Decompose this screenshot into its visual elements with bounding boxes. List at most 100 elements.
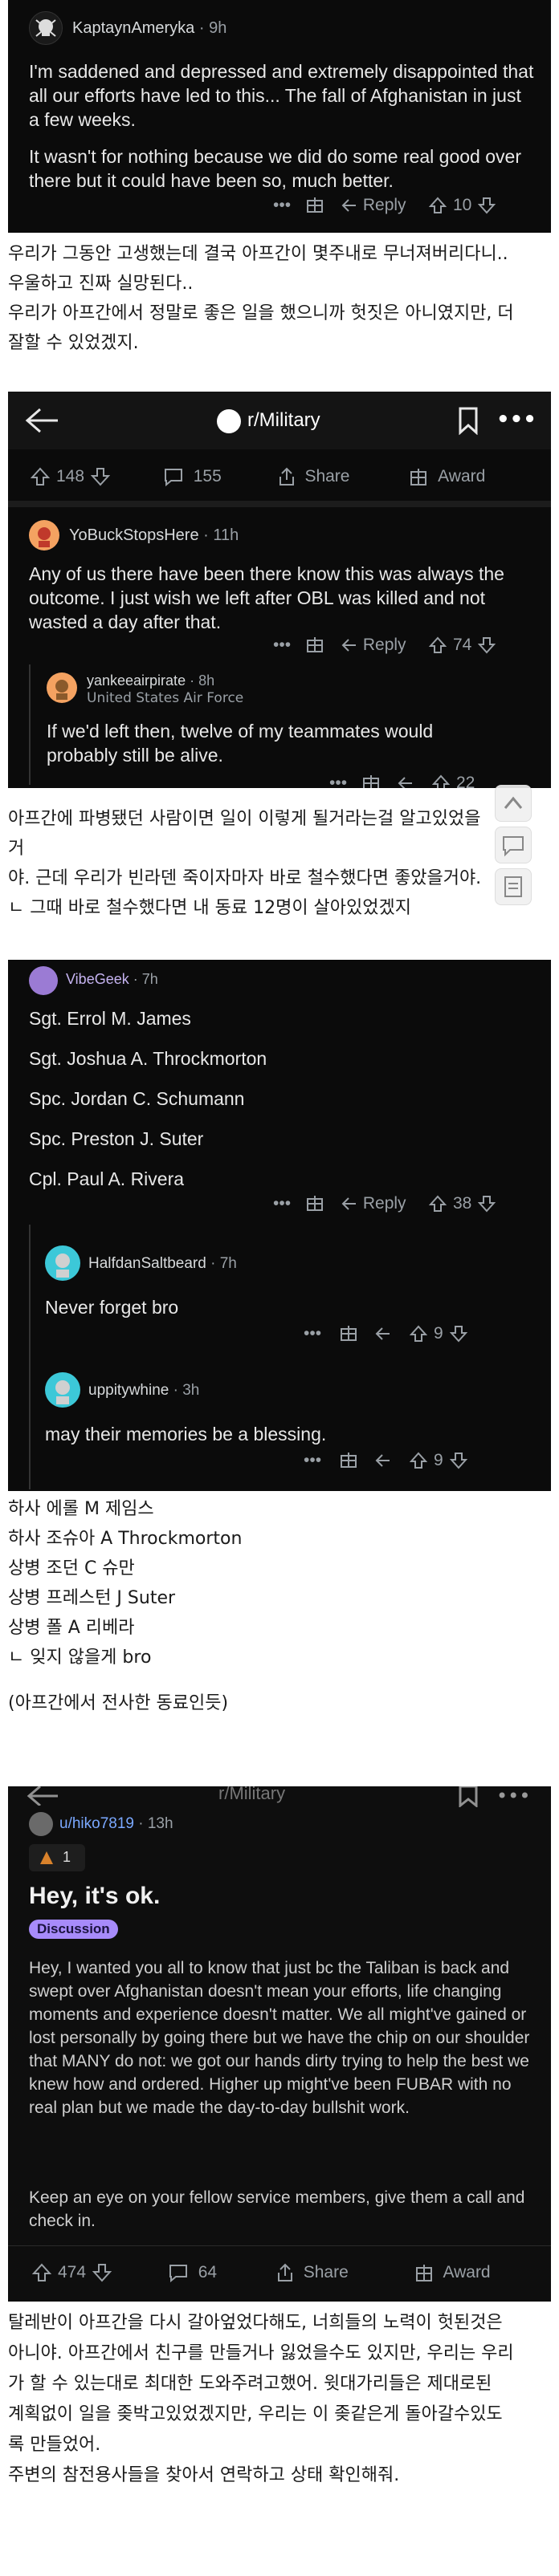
user-avatar[interactable] [29,966,58,995]
award-button[interactable]: Award [414,2263,491,2282]
vote-count: 9 [434,1324,443,1343]
subreddit-name[interactable]: r/Military [218,1786,285,1804]
translation-block-4: 탈레반이 아프간을 다시 갈아엎었다해도, 너희들의 노력이 헛된것은 아니야.… [8,2308,551,2491]
bookmark-icon[interactable] [458,406,479,435]
post-upvote-icon[interactable] [32,2263,51,2282]
reply-icon[interactable] [374,1453,410,1469]
comment-username[interactable]: uppitywhine [88,1382,169,1399]
downvote-icon[interactable] [478,1195,496,1213]
post-body-para2: Keep an eye on your fellow service membe… [29,2188,525,2230]
award-icon[interactable] [305,196,341,215]
skull-icon [35,19,56,37]
more-icon[interactable]: ••• [304,1451,339,1470]
translation-line: 우리가 그동안 고생했는데 결국 아프간이 몇주내로 무너져버리다니.. [8,244,508,264]
reply-button[interactable]: Reply [341,1194,429,1213]
scroll-top-button[interactable] [495,785,532,822]
user-avatar[interactable] [29,520,59,551]
translation-line: ㄴ 잊지 않을게 bro [8,1648,152,1668]
comment-shortcut-button[interactable] [495,827,532,863]
comment-username[interactable]: HalfdanSaltbeard [88,1255,206,1272]
post-age: 13h [147,1815,173,1832]
award-icon [40,1851,53,1864]
post-title: Hey, it's ok. [29,1883,161,1909]
fallen-name: Spc. Preston J. Suter [29,1128,204,1149]
list-shortcut-button[interactable] [495,868,532,905]
reply-button[interactable]: Reply [341,196,429,215]
fallen-name: Cpl. Paul A. Rivera [29,1168,185,1189]
user-avatar[interactable] [29,1812,53,1836]
upvote-icon[interactable] [429,197,447,214]
comment-username[interactable]: KaptaynAmeryka [72,19,194,37]
user-avatar[interactable] [47,672,77,703]
translation-block-3: 하사 에롤 M 제임스 하사 조슈아 A Throckmorton 상병 조던 … [8,1494,551,1718]
share-icon [278,2263,293,2281]
comment-username[interactable]: VibeGeek [66,971,129,987]
downvote-icon[interactable] [449,1452,467,1469]
user-flair: United States Air Force [87,690,244,706]
downvote-icon[interactable] [478,636,496,654]
post-award-badge: 1 [29,1844,85,1871]
translation-line: 잘할 수 있었겠지. [8,333,139,353]
translation-line: 우리가 아프간에서 정말로 좋은 일을 했으니까 헛짓은 아니였지만, 더 [8,303,514,323]
upvote-icon[interactable] [429,636,447,654]
share-button[interactable]: Share [276,2263,349,2282]
more-icon[interactable]: ••• [273,636,305,655]
comments-button[interactable]: 155 [163,467,222,486]
reply-icon[interactable] [374,1326,410,1342]
vote-count: 10 [453,196,472,214]
translation-line: ㄴ 그때 바로 철수했다면 내 동료 12명이 살아있었겠지 [8,898,411,918]
comment-username[interactable]: YoBuckStopsHere [69,526,199,544]
comment-body-para1: I'm saddened and depressed and extremely… [29,61,534,130]
user-avatar[interactable] [45,1245,80,1281]
upvote-icon[interactable] [429,1195,447,1213]
share-button[interactable]: Share [278,467,349,486]
post-upvote-icon[interactable] [31,467,50,486]
post-vote-count: 148 [56,467,85,486]
post-downvote-icon[interactable] [91,467,111,486]
award-icon[interactable] [339,1451,374,1470]
comments-button[interactable]: 64 [168,2263,217,2282]
downvote-icon[interactable] [478,197,496,214]
comment-age: 7h [141,971,158,987]
award-icon[interactable] [361,774,397,788]
translation-line: 하사 조슈아 A Throckmorton [8,1529,243,1549]
post-author[interactable]: u/hiko7819 [59,1815,134,1832]
post-flair[interactable]: Discussion [29,1920,118,1939]
more-icon[interactable]: ••• [273,196,305,215]
bookmark-icon[interactable] [458,1786,479,1807]
reply-icon[interactable] [397,775,432,788]
comment-age: 9h [209,19,227,37]
comment-username[interactable]: yankeeairpirate [87,672,186,689]
reply-button[interactable]: Reply [341,636,429,655]
upvote-icon[interactable] [410,1452,427,1469]
list-icon [504,876,522,897]
comment-icon [165,469,183,486]
post-downvote-icon[interactable] [92,2263,112,2282]
upvote-icon[interactable] [410,1325,427,1343]
screenshot-comment-kaptayn: KaptaynAmeryka · 9h I'm saddened and dep… [8,0,551,233]
post-body-para1: Hey, I wanted you all to know that just … [29,1959,530,2117]
user-avatar[interactable] [29,11,63,45]
more-options-icon[interactable]: ••• [496,1786,530,1807]
award-icon[interactable] [305,1194,341,1213]
screenshot-post-hey-its-ok: r/Military ••• u/hiko7819 · 13h 1 Hey, i… [8,1786,551,2302]
downvote-icon[interactable] [449,1325,467,1343]
subreddit-icon[interactable] [217,409,241,433]
user-avatar[interactable] [45,1372,80,1408]
share-icon [279,467,294,486]
more-icon[interactable]: ••• [329,774,361,788]
more-icon[interactable]: ••• [304,1324,339,1343]
divider [8,2245,551,2246]
back-arrow-icon[interactable] [24,406,59,435]
upvote-icon[interactable] [432,774,450,788]
award-icon[interactable] [305,636,341,655]
award-button[interactable]: Award [409,467,485,486]
award-icon[interactable] [339,1324,374,1343]
reply-icon [341,1197,356,1210]
subreddit-name[interactable]: r/Military [247,409,320,432]
more-icon[interactable]: ••• [273,1194,305,1213]
more-options-icon[interactable]: ••• [496,408,537,432]
fallen-name: Spc. Jordan C. Schumann [29,1088,245,1109]
back-arrow-icon[interactable] [24,1786,59,1806]
thread-line [29,1225,31,1489]
